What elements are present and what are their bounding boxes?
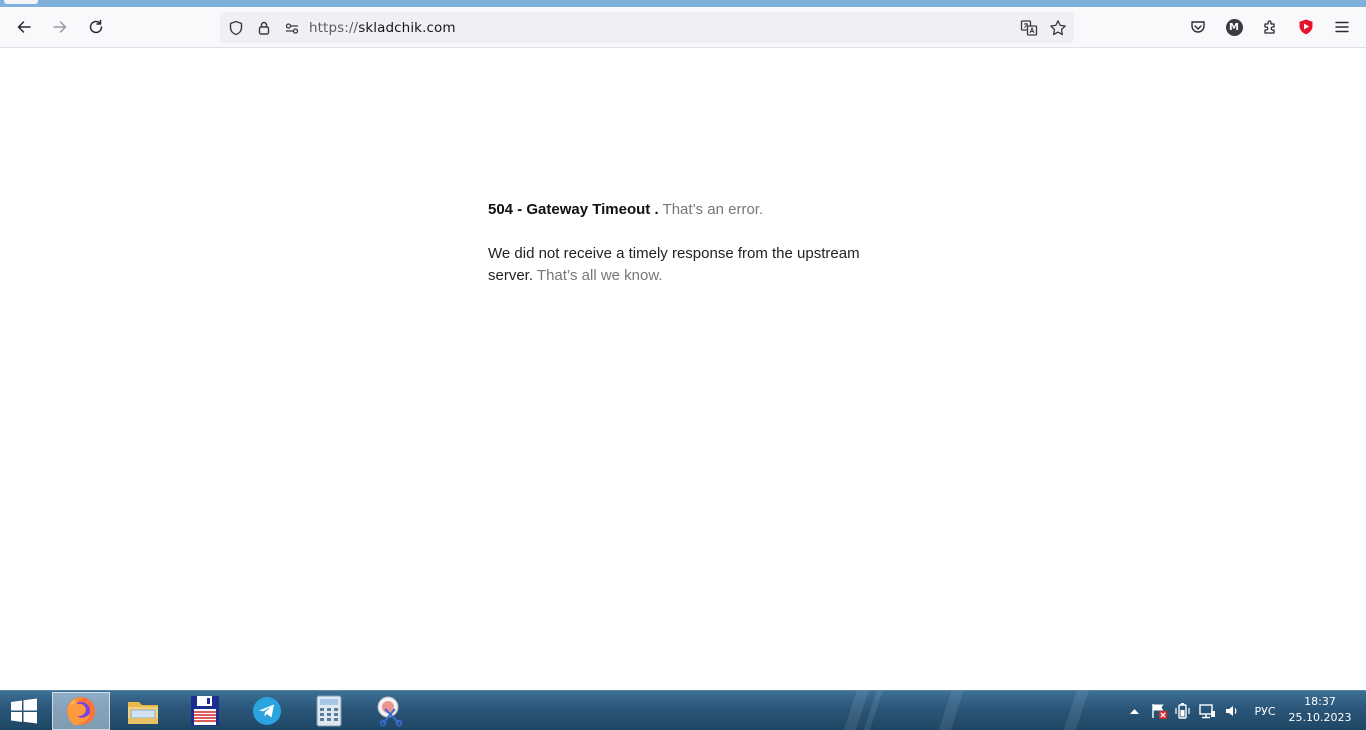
puzzle-piece-icon (1263, 19, 1275, 34)
account-button[interactable]: M (1219, 13, 1249, 41)
address-bar[interactable]: https://skladchik.com (220, 12, 1074, 43)
chevron-up-icon (1129, 709, 1139, 714)
reload-button[interactable] (81, 13, 111, 41)
app-menu-button[interactable] (1327, 13, 1357, 41)
url-scheme: https:// (309, 20, 359, 36)
firefox-icon (67, 697, 95, 725)
taskbar-decoration (936, 691, 966, 730)
taskbar-telegram[interactable] (238, 692, 296, 730)
forward-arrow-icon (53, 21, 67, 33)
taskbar-file-explorer[interactable] (114, 692, 172, 730)
forward-button[interactable] (45, 13, 75, 41)
translate-icon[interactable] (1019, 18, 1039, 38)
pocket-icon (1191, 21, 1205, 33)
url-host: skladchik.com (358, 20, 456, 36)
lock-icon[interactable] (254, 18, 274, 38)
active-tab-indicator[interactable] (4, 0, 38, 4)
show-hidden-icons-button[interactable] (1126, 691, 1142, 730)
windows-taskbar: РУС 18:37 25.10.2023 (0, 690, 1366, 730)
telegram-icon (253, 697, 281, 725)
battery-plug-icon (1175, 703, 1190, 719)
pocket-button[interactable] (1183, 13, 1213, 41)
tray-action-center[interactable] (1148, 691, 1170, 730)
taskbar-firefox[interactable] (52, 692, 110, 730)
shield-play-icon (1299, 19, 1313, 35)
error-code: 504 - Gateway Timeout . (488, 201, 659, 218)
avatar-initial: M (1229, 21, 1239, 33)
avatar: M (1225, 18, 1243, 36)
windows-logo-icon (11, 698, 37, 724)
start-button[interactable] (0, 691, 48, 730)
browser-toolbar: https://skladchik.com M (0, 7, 1366, 48)
site-permissions-icon[interactable] (282, 18, 302, 38)
clock-time: 18:37 (1304, 695, 1336, 708)
tracking-protection-shield-icon[interactable] (226, 18, 246, 38)
network-icon (1199, 704, 1215, 719)
taskbar-decoration (1061, 691, 1091, 730)
snipping-tool-icon (377, 696, 403, 727)
error-footnote: That’s all we know. (536, 267, 663, 284)
reload-icon (89, 19, 103, 34)
error-message: 504 - Gateway Timeout . That’s an error.… (488, 199, 888, 309)
calculator-icon (316, 695, 342, 727)
adblock-extension-button[interactable] (1291, 13, 1321, 41)
tray-power[interactable] (1172, 691, 1194, 730)
file-explorer-icon (128, 702, 158, 724)
taskbar-save-app[interactable] (176, 692, 234, 730)
window-title-strip (0, 0, 1366, 7)
speaker-icon (1226, 706, 1237, 716)
language-label: РУС (1254, 704, 1276, 718)
url-text[interactable]: https://skladchik.com (309, 20, 456, 36)
extensions-button[interactable] (1255, 13, 1285, 41)
error-heading: 504 - Gateway Timeout . That’s an error. (488, 199, 888, 221)
taskbar-snipping-tool[interactable] (362, 692, 420, 730)
error-subtitle: That’s an error. (662, 201, 764, 218)
hamburger-menu-icon (1335, 21, 1349, 33)
error-body: We did not receive a timely response fro… (488, 243, 888, 287)
system-clock[interactable]: 18:37 25.10.2023 (1284, 694, 1356, 726)
clock-date: 25.10.2023 (1288, 711, 1352, 724)
tray-network[interactable] (1196, 691, 1218, 730)
back-button[interactable] (9, 13, 39, 41)
bookmark-star-icon[interactable] (1048, 18, 1068, 38)
save-disk-icon (191, 696, 219, 726)
language-indicator[interactable]: РУС (1248, 691, 1282, 730)
back-arrow-icon (17, 21, 31, 33)
flag-error-icon (1152, 704, 1167, 719)
taskbar-calculator[interactable] (300, 692, 358, 730)
tray-volume[interactable] (1221, 691, 1243, 730)
